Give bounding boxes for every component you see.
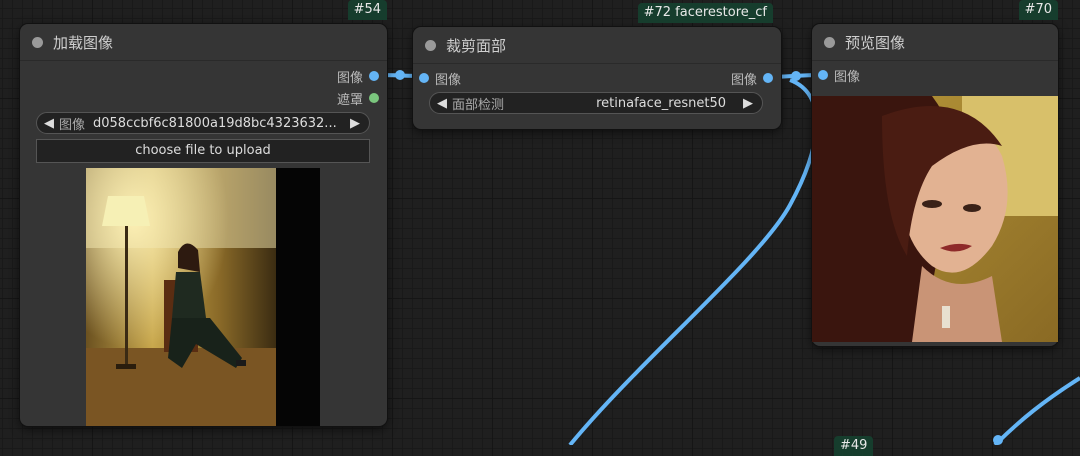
arrow-right-icon[interactable]: ▶: [740, 96, 756, 111]
node-title: 裁剪面部: [446, 36, 507, 55]
input-connector-icon[interactable]: [818, 70, 828, 80]
input-slot-image[interactable]: 图像: [419, 68, 461, 88]
load-image-node[interactable]: #54 加载图像 图像 遮罩 ◀ 图像 d058ccbf6c81800a19d8…: [20, 0, 387, 426]
input-slot-image[interactable]: 图像: [818, 65, 860, 85]
preview-image-output: [812, 96, 1058, 342]
loaded-image-preview: [86, 168, 320, 426]
arrow-left-icon[interactable]: ◀: [41, 116, 57, 131]
slot-label: 遮罩: [336, 92, 363, 108]
arrow-left-icon[interactable]: ◀: [434, 96, 450, 111]
woman-seated-lamp-photo-icon: [86, 168, 320, 426]
widget-label: 图像: [59, 117, 86, 133]
output-connector-icon[interactable]: [369, 71, 379, 81]
slot-label: 图像: [834, 69, 861, 85]
node-id-badge: #70: [1018, 0, 1058, 20]
link-midpoint[interactable]: [791, 71, 801, 81]
collapse-dot-icon[interactable]: [824, 36, 835, 48]
collapse-dot-icon[interactable]: [32, 36, 43, 48]
node-id-badge: #72 facerestore_cf: [637, 3, 773, 23]
face-detector-select[interactable]: ◀ 面部检测 retinaface_resnet50 ▶: [429, 92, 763, 114]
slot-label: 图像: [435, 72, 462, 88]
output-connector-icon[interactable]: [369, 93, 379, 103]
link-midpoint[interactable]: [395, 70, 405, 80]
output-slot-image[interactable]: 图像: [731, 68, 773, 88]
node-title: 预览图像: [845, 33, 906, 52]
face-crop-node[interactable]: #72 facerestore_cf 裁剪面部 图像 图像 ◀ 面部检测 ret…: [413, 3, 781, 129]
node-title: 加载图像: [53, 33, 114, 52]
link-crop-downstream[interactable]: [568, 78, 819, 445]
widget-label: 面部检测: [452, 97, 505, 113]
preview-image-node[interactable]: #70 预览图像 图像: [812, 0, 1058, 346]
upload-button[interactable]: choose file to upload: [36, 139, 370, 163]
widget-value: d058ccbf6c81800a19d8bc4323632...: [93, 115, 337, 131]
node-id-badge: #54: [347, 0, 387, 20]
image-file-select[interactable]: ◀ 图像 d058ccbf6c81800a19d8bc4323632... ▶: [36, 112, 370, 134]
slot-label: 图像: [730, 72, 757, 88]
widget-value: retinaface_resnet50: [596, 95, 726, 111]
face-portrait-photo-icon: [812, 96, 1058, 342]
node-title-bar[interactable]: 预览图像: [812, 24, 1058, 61]
collapse-dot-icon[interactable]: [425, 39, 436, 51]
slot-label: 图像: [336, 70, 363, 86]
output-slot-image[interactable]: 图像: [337, 66, 379, 86]
output-slot-mask[interactable]: 遮罩: [337, 88, 379, 108]
input-connector-icon[interactable]: [419, 73, 429, 83]
output-connector-icon[interactable]: [763, 73, 773, 83]
link-offscreen[interactable]: [993, 376, 1080, 445]
node-id-badge-partial: #49: [834, 436, 874, 456]
node-title-bar[interactable]: 加载图像: [20, 24, 387, 61]
node-title-bar[interactable]: 裁剪面部: [413, 27, 781, 64]
arrow-right-icon[interactable]: ▶: [347, 116, 363, 131]
link-midpoint[interactable]: [993, 435, 1003, 445]
